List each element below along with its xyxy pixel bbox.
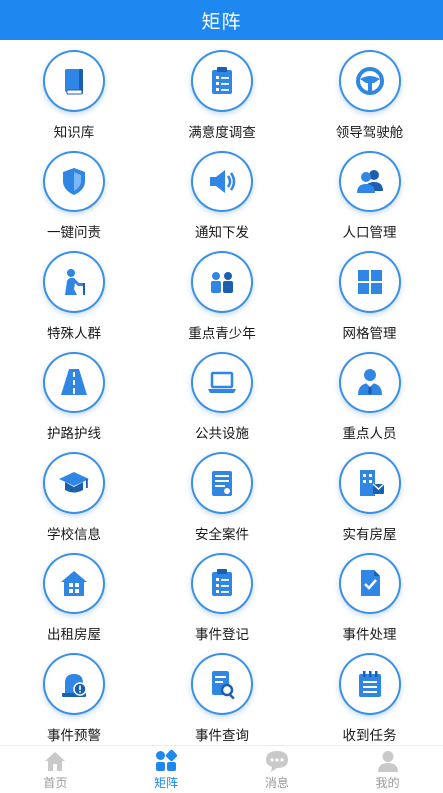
grid-item-population-management[interactable]: 人口管理 xyxy=(296,141,443,241)
grid-item-label: 人口管理 xyxy=(342,225,397,241)
grid-item-label: 满意度调查 xyxy=(188,124,256,141)
case-document-icon xyxy=(191,452,253,514)
grid-item-accountability[interactable]: 一键问责 xyxy=(0,141,148,241)
grid-item-label: 收到任务 xyxy=(342,727,397,744)
grid-item-leader-cockpit[interactable]: 领导驾驶舱 xyxy=(296,40,443,141)
grid-item-key-youth[interactable]: 重点青少年 xyxy=(148,241,296,342)
youth-icon xyxy=(191,251,253,313)
grid-icon xyxy=(338,251,401,313)
home-icon xyxy=(45,752,66,771)
grid-item-label: 重点青少年 xyxy=(188,325,256,342)
register-clipboard-icon xyxy=(191,552,253,614)
tab-matrix[interactable]: 矩阵 xyxy=(111,746,222,793)
building-icon xyxy=(338,452,401,514)
tab-mine[interactable]: 我的 xyxy=(332,746,443,793)
grid-item-knowledge-base[interactable]: 知识库 xyxy=(0,40,148,141)
grid-item-label: 一键问责 xyxy=(47,225,101,241)
grid-item-key-personnel[interactable]: 重点人员 xyxy=(296,342,443,442)
steering-wheel-icon xyxy=(338,50,401,112)
grid-item-public-facilities[interactable]: 公共设施 xyxy=(148,342,296,442)
bottom-tab-bar: 首页 矩阵 消息 我的 xyxy=(0,745,443,793)
tab-home[interactable]: 首页 xyxy=(0,746,111,793)
search-document-icon xyxy=(191,653,253,715)
tab-label: 我的 xyxy=(375,776,400,790)
grid-item-label: 学校信息 xyxy=(47,526,101,543)
grid-item-road-protection[interactable]: 护路护线 xyxy=(0,342,148,442)
grid-item-special-groups[interactable]: 特殊人群 xyxy=(0,241,148,342)
grid-item-label: 领导驾驶舱 xyxy=(335,124,404,141)
user-icon xyxy=(377,751,398,772)
grid-item-school-info[interactable]: 学校信息 xyxy=(0,442,148,543)
grid-item-label: 重点人员 xyxy=(342,426,397,442)
grid-item-label: 事件预警 xyxy=(47,727,101,744)
grid-item-label: 实有房屋 xyxy=(342,526,397,543)
grid-item-label: 网格管理 xyxy=(342,325,397,342)
tab-label: 矩阵 xyxy=(154,776,179,790)
grid-item-event-handling[interactable]: 事件处理 xyxy=(296,543,443,643)
graduation-cap-icon xyxy=(43,452,105,514)
grid-item-grid-management[interactable]: 网格管理 xyxy=(296,241,443,342)
house-icon xyxy=(43,552,105,614)
shield-icon xyxy=(43,150,105,212)
grid-item-satisfaction-survey[interactable]: 满意度调查 xyxy=(148,40,296,141)
feature-grid: 知识库 满意度调查 领导驾驶舱 一键问责 通知下发 人口管理 特殊人群 重点青少… xyxy=(0,40,443,745)
grid-item-event-query[interactable]: 事件查询 xyxy=(148,643,296,744)
grid-item-label: 事件登记 xyxy=(195,627,249,643)
grid-item-label: 安全案件 xyxy=(195,526,249,543)
page-title: 矩阵 xyxy=(201,10,242,33)
grid-item-actual-housing[interactable]: 实有房屋 xyxy=(296,442,443,543)
grid-item-notification[interactable]: 通知下发 xyxy=(148,141,296,241)
title-bar: 矩阵 xyxy=(0,0,443,40)
speaker-icon xyxy=(191,150,253,212)
tab-label: 消息 xyxy=(264,776,289,790)
grid-item-label: 知识库 xyxy=(53,124,95,141)
check-document-icon xyxy=(338,552,401,614)
grid-item-label: 护路护线 xyxy=(47,426,101,442)
grid-item-received-tasks[interactable]: 收到任务 xyxy=(296,643,443,744)
matrix-icon xyxy=(156,749,178,771)
message-icon xyxy=(265,751,288,772)
book-icon xyxy=(43,50,105,112)
grid-item-label: 特殊人群 xyxy=(47,325,101,342)
people-icon xyxy=(338,150,401,212)
grid-item-event-registration[interactable]: 事件登记 xyxy=(148,543,296,643)
grid-item-event-warning[interactable]: 事件预警 xyxy=(0,643,148,744)
grid-item-label: 出租房屋 xyxy=(47,627,101,643)
task-calendar-icon xyxy=(338,653,401,715)
grid-item-label: 公共设施 xyxy=(195,426,249,442)
elderly-person-icon xyxy=(43,251,105,313)
tab-label: 首页 xyxy=(43,776,68,790)
alarm-icon xyxy=(43,653,105,715)
grid-item-rental-housing[interactable]: 出租房屋 xyxy=(0,543,148,643)
tab-messages[interactable]: 消息 xyxy=(222,746,333,793)
clipboard-survey-icon xyxy=(191,50,253,112)
grid-item-label: 事件查询 xyxy=(195,727,249,744)
grid-item-security-cases[interactable]: 安全案件 xyxy=(148,442,296,543)
road-icon xyxy=(43,351,105,413)
grid-item-label: 事件处理 xyxy=(342,627,397,643)
laptop-icon xyxy=(191,351,253,413)
grid-item-label: 通知下发 xyxy=(195,225,249,241)
person-tie-icon xyxy=(338,351,401,413)
